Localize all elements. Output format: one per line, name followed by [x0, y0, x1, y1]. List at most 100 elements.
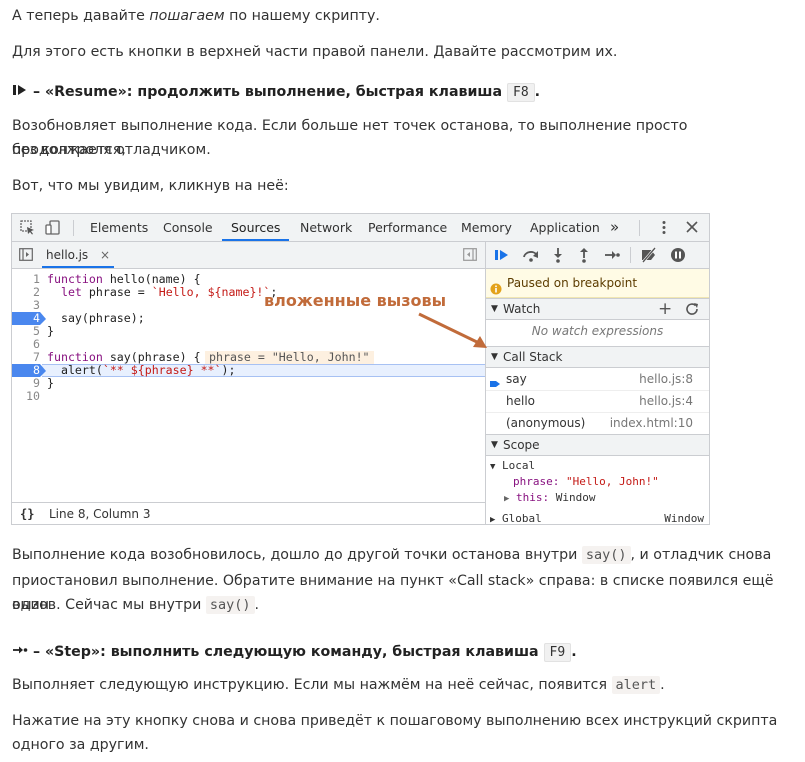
call-stack-title: Call Stack	[503, 350, 563, 364]
tab-performance[interactable]: Performance	[368, 214, 447, 241]
sources-editor-panel: hello.js × 1 2 3 4 5 6 7 8 9 10 function…	[12, 242, 486, 524]
tab-network[interactable]: Network	[300, 214, 352, 241]
resume-heading-dot: .	[534, 84, 541, 100]
close-file-icon[interactable]: ×	[100, 248, 110, 262]
step-into-button[interactable]	[552, 247, 564, 266]
deactivate-breakpoints-button[interactable]	[640, 247, 658, 266]
devtools-tabbar: Elements Console Sources Network Perform…	[12, 214, 709, 242]
variable-key: this:	[516, 491, 550, 504]
watch-title: Watch	[503, 302, 541, 316]
call-frame-current[interactable]: say hello.js:8	[486, 368, 709, 391]
line-number[interactable]: 10	[12, 390, 40, 403]
intro-paragraph-1: А теперь давайте пошагаем по нашему скри…	[12, 4, 380, 28]
kebab-menu-icon[interactable]	[662, 220, 666, 238]
toolbar-separator	[630, 247, 631, 263]
call-frame[interactable]: (anonymous) index.html:10	[486, 412, 709, 435]
frame-name: (anonymous)	[506, 416, 586, 430]
file-tab-label: hello.js	[46, 248, 89, 262]
resume-heading-text: – «Resume»: продолжить выполнение, быстр…	[28, 84, 508, 100]
after-resume-paragraph-line1: Выполнение кода возобновилось, дошло до …	[12, 543, 771, 567]
frame-location[interactable]: hello.js:8	[639, 368, 693, 390]
code-line: }	[47, 376, 54, 390]
refresh-watch-icon[interactable]	[685, 302, 699, 322]
text: Выполняет следующую инструкцию. Если мы …	[12, 677, 612, 693]
step-key: F9	[543, 643, 572, 662]
inline-code: say()	[205, 596, 255, 614]
add-watch-icon[interactable]: +	[658, 299, 672, 319]
scope-variable-this[interactable]: ▶ this: Window	[504, 491, 596, 504]
breakpoint-marker	[40, 364, 46, 377]
inline-code: say()	[581, 546, 631, 564]
watch-empty-message: No watch expressions	[531, 324, 664, 338]
tab-elements[interactable]: Elements	[90, 214, 148, 241]
text: .	[660, 677, 665, 693]
code-line: let phrase = `Hello, ${name}!`;	[60, 285, 278, 299]
step-out-button[interactable]	[578, 247, 590, 266]
text: Выполнение кода возобновилось, дошло до …	[12, 547, 582, 563]
code-line-current: alert(`** ${phrase} **`);	[47, 363, 236, 377]
editor-status-bar: {} Line 8, Column 3	[12, 502, 485, 524]
intro-text: А теперь давайте	[12, 8, 150, 24]
debugger-sidebar: Paused on breakpoint ▼ Watch + No watch …	[486, 242, 709, 524]
devtools-window: Elements Console Sources Network Perform…	[11, 213, 710, 525]
nested-calls-annotation: вложенные вызовы	[264, 291, 447, 310]
toggle-debugger-icon[interactable]	[463, 248, 477, 264]
intro-text-end: по нашему скрипту.	[224, 8, 380, 24]
expand-triangle-icon: ▼	[490, 462, 496, 472]
collapse-triangle-icon: ▼	[491, 304, 498, 314]
inspect-icon[interactable]	[20, 220, 35, 238]
expand-triangle-icon: ▶	[490, 515, 496, 525]
scope-local[interactable]: ▼ Local	[490, 459, 535, 472]
resume-see: Вот, что мы увидим, кликнув на неё:	[12, 178, 289, 194]
debugger-toolbar	[486, 242, 709, 269]
scope-global[interactable]: ▶ Global Window	[490, 512, 704, 525]
step-icon	[13, 646, 28, 654]
scope-variable-phrase: phrase: "Hello, John!"	[513, 475, 659, 488]
tab-application[interactable]: Application	[530, 214, 600, 241]
scope-global-value: Window	[664, 512, 704, 525]
variable-key: phrase:	[513, 475, 560, 488]
toggle-navigator-icon[interactable]	[19, 248, 33, 264]
paused-status-text: Paused on breakpoint	[507, 276, 638, 290]
frame-location[interactable]: index.html:10	[610, 412, 693, 434]
step-paragraph-line1: Нажатие на эту кнопку снова и снова прив…	[12, 713, 778, 729]
scope-global-label: Global	[502, 512, 542, 525]
tab-console[interactable]: Console	[163, 214, 213, 241]
text: .	[254, 597, 260, 613]
step-heading: – «Step»: выполнить следующую команду, б…	[12, 640, 577, 665]
cursor-position: Line 8, Column 3	[49, 507, 151, 521]
scope-section-header[interactable]: ▼ Scope	[486, 434, 709, 456]
pause-on-exceptions-button[interactable]	[670, 247, 686, 266]
tab-sources[interactable]: Sources	[222, 214, 290, 241]
code-line: }	[47, 324, 54, 338]
file-tab-hello-js[interactable]: hello.js ×	[42, 242, 115, 268]
resume-description-2: без контроля отладчиком.	[12, 142, 211, 158]
step-over-button[interactable]	[522, 248, 540, 265]
paused-banner: Paused on breakpoint	[486, 269, 709, 298]
resume-button[interactable]	[494, 248, 510, 265]
frame-location[interactable]: hello.js:4	[639, 390, 693, 412]
step-heading-dot: .	[571, 644, 577, 660]
close-devtools-icon[interactable]	[686, 221, 698, 236]
call-stack-section-header[interactable]: ▼ Call Stack	[486, 346, 709, 368]
collapse-triangle-icon: ▼	[491, 352, 498, 362]
step-description: Выполняет следующую инструкцию. Если мы …	[12, 673, 665, 697]
pretty-print-button[interactable]: {}	[20, 503, 34, 524]
text: вызов. Сейчас мы внутри	[12, 597, 206, 613]
tab-memory[interactable]: Memory	[461, 214, 512, 241]
collapse-triangle-icon: ▼	[491, 440, 498, 450]
step-paragraph-line2: одного за другим.	[12, 737, 149, 753]
frame-name: say	[506, 372, 527, 386]
device-toolbar-icon[interactable]	[45, 220, 61, 238]
step-heading-text: – «Step»: выполнить следующую команду, б…	[28, 644, 544, 660]
scope-local-label: Local	[502, 459, 536, 472]
intro-emphasis: пошагаем	[149, 8, 225, 24]
watch-section-header[interactable]: ▼ Watch +	[486, 298, 709, 320]
breakpoint-marker	[40, 312, 46, 325]
text: , и отладчик снова	[630, 547, 772, 563]
step-button[interactable]	[604, 249, 620, 264]
after-resume-paragraph-line3: вызов. Сейчас мы внутри say().	[12, 593, 259, 617]
scope-title: Scope	[503, 438, 540, 452]
call-frame[interactable]: hello hello.js:4	[486, 390, 709, 413]
more-tabs-button[interactable]: »	[610, 214, 619, 241]
